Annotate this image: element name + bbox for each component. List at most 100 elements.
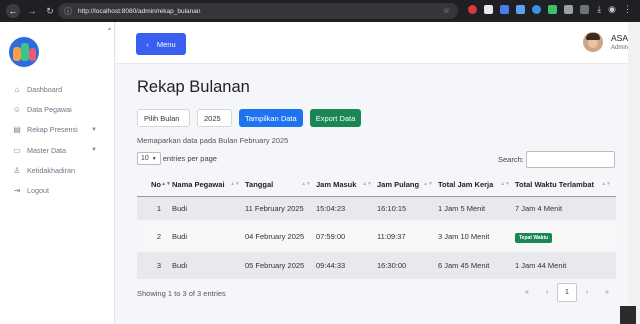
- extension-icon[interactable]: [548, 5, 557, 14]
- sort-icon: ▲▼: [301, 181, 311, 187]
- header-label: Tanggal: [245, 179, 274, 189]
- sort-icon: ▲▼: [601, 181, 611, 187]
- sidebar-item-master-data[interactable]: ▭ Master Data ▼: [0, 140, 115, 160]
- user-role: Admin: [610, 45, 628, 51]
- cell-total-terlambat: Tepat Waktu: [515, 220, 616, 252]
- cell-tanggal: 05 February 2025: [245, 252, 316, 279]
- column-header-no[interactable]: No ▲▼: [137, 173, 171, 197]
- header-label: Jam Pulang: [377, 179, 420, 189]
- profile-icon[interactable]: ◉: [608, 4, 616, 15]
- cell-total-jam-kerja: 6 Jam 45 Menit: [438, 252, 515, 279]
- sidebar-item-label: Data Pegawai: [27, 104, 72, 114]
- extension-icon[interactable]: [500, 5, 509, 14]
- filter-controls: Pilih Bulan 2025 Tampilkan Data Export D…: [137, 109, 362, 127]
- column-header-total-jam-kerja[interactable]: Total Jam Kerja ▲▼: [438, 173, 515, 197]
- entries-value: 10: [141, 155, 149, 162]
- cell-no: 1: [137, 196, 170, 220]
- site-info-icon[interactable]: ⓘ: [64, 6, 72, 17]
- header-label: Total Jam Kerja: [438, 179, 494, 189]
- export-data-button[interactable]: Export Data: [309, 109, 362, 127]
- browser-toolbar: ← → ↻ ⓘ http://localhost:8080/admin/reka…: [0, 0, 640, 22]
- database-icon: ▭: [13, 145, 21, 155]
- table-row: 2 Budi 04 February 2025 07:59:00 11:09:3…: [137, 220, 616, 252]
- app-logo[interactable]: [9, 37, 39, 67]
- header-label: No: [151, 179, 161, 189]
- cell-jam-masuk: 09:44:33: [316, 252, 377, 279]
- cell-total-jam-kerja: 3 Jam 10 Menit: [438, 220, 515, 252]
- sort-icon: ▲▼: [230, 181, 240, 187]
- show-data-button[interactable]: Tampilkan Data: [239, 109, 303, 127]
- entries-label: entries per page: [162, 154, 217, 163]
- extension-icon[interactable]: [484, 5, 493, 14]
- page-scrollbar[interactable]: [628, 22, 640, 324]
- header-label: Nama Pegawai: [172, 179, 225, 189]
- cell-nama: Budi: [170, 220, 245, 252]
- column-header-jam-pulang[interactable]: Jam Pulang ▲▼: [377, 173, 438, 197]
- period-description: Memaparkan data pada Bulan February 2025: [137, 136, 289, 145]
- last-page-button[interactable]: »: [597, 283, 617, 302]
- table-search: Search:: [498, 151, 615, 168]
- month-select[interactable]: Pilih Bulan: [137, 109, 190, 127]
- bookmark-star-icon[interactable]: ☆: [443, 6, 450, 15]
- page-title: Rekap Bulanan: [137, 78, 250, 96]
- user-x-icon: ♙: [13, 165, 21, 175]
- header-label: Jam Masuk: [316, 179, 357, 189]
- sidebar-menu: ⌂ Dashboard ☺ Data Pegawai ▤ Rekap Prese…: [0, 79, 115, 201]
- status-badge: Tepat Waktu: [515, 232, 553, 243]
- back-icon[interactable]: ←: [6, 4, 20, 18]
- sidebar: ▲ ⌂ Dashboard ☺ Data Pegawai ▤ Rekap Pre…: [0, 22, 115, 324]
- sidebar-item-data-pegawai[interactable]: ☺ Data Pegawai: [0, 99, 115, 119]
- extension-icon[interactable]: [468, 5, 477, 14]
- table-row: 1 Budi 11 February 2025 15:04:23 16:10:1…: [137, 196, 616, 220]
- menu-toggle-button[interactable]: ‹ Menu: [136, 33, 186, 55]
- extension-icon[interactable]: [516, 5, 525, 14]
- cell-jam-pulang: 11:09:37: [377, 220, 438, 252]
- table-row: 3 Budi 05 February 2025 09:44:33 16:30:0…: [137, 252, 616, 279]
- forward-icon[interactable]: →: [26, 6, 38, 16]
- menu-button-label: Menu: [156, 39, 176, 49]
- cell-jam-masuk: 07:59:00: [316, 220, 377, 252]
- extensions-puzzle-icon[interactable]: [580, 5, 589, 14]
- download-icon[interactable]: ⤓: [597, 4, 601, 15]
- scrollbar-thumb[interactable]: [620, 306, 636, 324]
- extension-icon[interactable]: [564, 5, 573, 14]
- year-input[interactable]: 2025: [197, 109, 232, 127]
- table-info: Showing 1 to 3 of 3 entries: [137, 289, 226, 298]
- sidebar-item-label: Ketidakhadiran: [27, 165, 75, 175]
- cell-jam-masuk: 15:04:23: [316, 196, 377, 220]
- column-header-tanggal[interactable]: Tanggal ▲▼: [245, 173, 316, 197]
- page-button-current[interactable]: 1: [557, 283, 577, 302]
- sidebar-item-ketidakhadiran[interactable]: ♙ Ketidakhadiran: [0, 160, 115, 180]
- users-icon: ☺: [12, 104, 22, 114]
- entries-per-page-select[interactable]: 10 ▼: [137, 152, 161, 165]
- logout-icon: ⇥: [13, 186, 21, 196]
- extension-icon[interactable]: [532, 5, 541, 14]
- cell-no: 3: [137, 252, 170, 279]
- previous-page-button[interactable]: ‹: [537, 283, 557, 302]
- table-header-row: No ▲▼ Nama Pegawai ▲▼ Tanggal ▲▼ Jam Masuk ▲…: [137, 173, 616, 197]
- cell-total-jam-kerja: 1 Jam 5 Menit: [438, 196, 515, 220]
- sort-icon: ▲▼: [500, 181, 510, 187]
- first-page-button[interactable]: «: [517, 283, 537, 302]
- avatar[interactable]: [582, 32, 603, 52]
- sidebar-item-label: Dashboard: [27, 84, 63, 94]
- column-header-nama[interactable]: Nama Pegawai ▲▼: [170, 173, 245, 197]
- more-menu-icon[interactable]: ⋮: [623, 4, 632, 15]
- search-input[interactable]: [525, 151, 615, 168]
- user-menu[interactable]: ASA Admin: [582, 32, 628, 52]
- scroll-up-icon[interactable]: ▲: [107, 26, 112, 32]
- sort-icon: ▲▼: [362, 181, 372, 187]
- reload-icon[interactable]: ↻: [44, 6, 56, 17]
- entries-control: 10 ▼ entries per page: [137, 152, 217, 165]
- chevron-down-icon: ▼: [91, 126, 97, 133]
- sidebar-item-logout[interactable]: ⇥ Logout: [0, 180, 115, 200]
- column-header-jam-masuk[interactable]: Jam Masuk ▲▼: [316, 173, 377, 197]
- sort-icon: ▲▼: [423, 181, 433, 187]
- address-bar[interactable]: ⓘ http://localhost:8080/admin/rekap_bula…: [58, 3, 458, 19]
- header-label: Total Waktu Terlambat: [515, 179, 595, 189]
- sidebar-item-dashboard[interactable]: ⌂ Dashboard: [0, 79, 115, 99]
- column-header-total-waktu-terlambat[interactable]: Total Waktu Terlambat ▲▼: [515, 173, 616, 197]
- sidebar-item-label: Master Data: [27, 145, 67, 155]
- next-page-button[interactable]: ›: [577, 283, 597, 302]
- sidebar-item-rekap-presensi[interactable]: ▤ Rekap Presensi ▼: [0, 120, 115, 140]
